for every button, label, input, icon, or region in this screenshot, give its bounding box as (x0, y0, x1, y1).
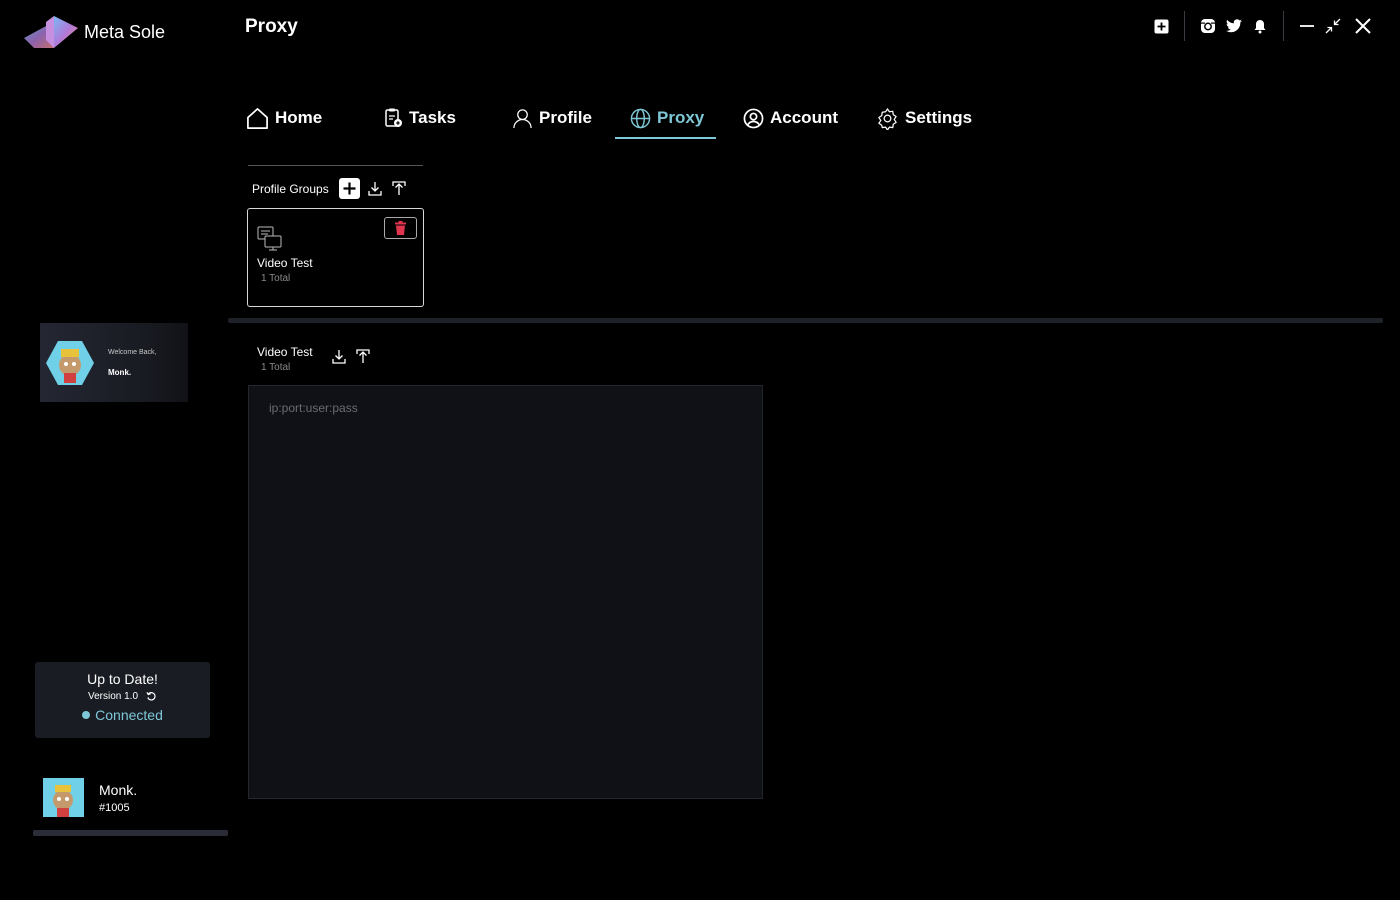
globe-icon (630, 108, 651, 128)
update-status-card: Up to Date! Version 1.0 Connected (35, 662, 210, 738)
proxy-input[interactable]: ip:port:user:pass (248, 385, 763, 799)
user-name: Monk. (99, 781, 138, 798)
bell-icon[interactable] (1251, 17, 1269, 35)
nav-account[interactable]: Account (743, 104, 838, 132)
separator (1283, 11, 1284, 41)
selected-group-total: 1 Total (261, 362, 291, 373)
upload-icon (356, 348, 370, 363)
section-divider (228, 318, 1383, 323)
shrink-icon[interactable] (1324, 17, 1342, 35)
home-icon (247, 107, 268, 129)
user-bar (33, 830, 228, 836)
window-actions (1148, 11, 1376, 41)
add-square-icon[interactable] (1152, 17, 1170, 35)
nav-account-label: Account (770, 108, 838, 127)
refresh-icon[interactable] (146, 691, 157, 702)
trash-icon (395, 221, 406, 235)
welcome-username: Monk. (108, 367, 132, 377)
add-group-button[interactable] (338, 178, 360, 199)
welcome-card: Welcome Back, Monk. (40, 323, 188, 402)
proxy-input-placeholder: ip:port:user:pass (269, 401, 358, 415)
export-button[interactable] (390, 180, 408, 198)
welcome-greeting: Welcome Back, (108, 348, 157, 356)
account-icon (743, 108, 764, 128)
monitor-list-icon (257, 226, 282, 251)
app-name: Meta Sole (84, 21, 166, 42)
nav-settings[interactable]: Settings (876, 104, 972, 132)
nav-profile[interactable]: Profile (512, 104, 592, 132)
groups-top-divider (248, 165, 423, 166)
download-icon (332, 349, 346, 364)
upload-icon (392, 181, 406, 195)
version-label: Version 1.0 (87, 691, 139, 702)
nav-active-indicator (615, 137, 716, 139)
status-dot (82, 711, 91, 719)
twitter-icon[interactable] (1225, 17, 1243, 35)
download-icon (368, 182, 382, 196)
user-avatar (46, 340, 94, 385)
delete-group-button[interactable] (384, 217, 417, 239)
selected-group-name: Video Test (257, 345, 313, 359)
group-card-video-test[interactable]: Video Test 1 Total (247, 208, 424, 307)
nav-home-label: Home (275, 108, 323, 127)
user-tag: #1005 (99, 801, 130, 814)
group-card-total: 1 Total (261, 273, 291, 284)
profile-groups-header: Profile Groups (252, 178, 408, 199)
export-proxies-button[interactable] (354, 347, 372, 365)
tasks-icon (385, 108, 402, 127)
user-profile[interactable]: Monk. #1005 (43, 778, 137, 817)
app-logo: Meta Sole (24, 14, 165, 50)
nav-profile-label: Profile (539, 108, 592, 127)
nav-tasks-label: Tasks (409, 108, 456, 127)
plus-icon (343, 182, 356, 195)
nav-home[interactable]: Home (246, 104, 322, 132)
page-title: Proxy (245, 16, 298, 37)
proxy-actions (330, 347, 372, 365)
nav-settings-label: Settings (905, 108, 973, 127)
minimize-icon[interactable] (1298, 17, 1316, 35)
import-button[interactable] (366, 180, 384, 198)
group-card-name: Video Test (257, 256, 313, 270)
import-proxies-button[interactable] (330, 347, 348, 365)
nav-proxy[interactable]: Proxy (630, 104, 704, 132)
gear-icon (878, 107, 897, 130)
connection-status: Connected (95, 707, 163, 723)
instagram-icon[interactable] (1199, 17, 1217, 35)
meta-sole-logo-icon (24, 16, 78, 48)
user-icon (513, 108, 532, 128)
nav-tasks[interactable]: Tasks (385, 104, 456, 132)
selected-group-header: Video Test 1 Total (257, 345, 313, 373)
user-avatar-small (43, 778, 84, 817)
update-title: Up to Date! (87, 671, 158, 687)
close-icon[interactable] (1354, 17, 1372, 35)
separator (1184, 11, 1185, 41)
nav-proxy-label: Proxy (657, 108, 705, 127)
profile-groups-label: Profile Groups (252, 181, 329, 196)
